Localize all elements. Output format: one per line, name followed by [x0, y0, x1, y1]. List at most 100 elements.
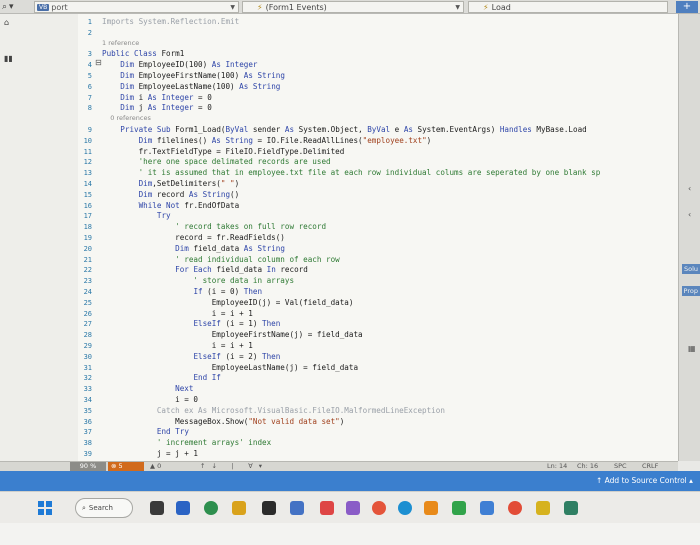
line-number: 23: [83, 277, 92, 286]
line-number: 14: [83, 180, 92, 188]
windows-start-icon[interactable]: [38, 501, 52, 515]
whitespace-mode[interactable]: SPC: [614, 462, 627, 471]
app-icon[interactable]: [452, 501, 466, 515]
app-icon[interactable]: [480, 501, 494, 515]
line-number: 33: [83, 385, 92, 394]
line-number: 8: [87, 104, 92, 113]
app-icon[interactable]: [536, 501, 550, 515]
file-explorer-icon[interactable]: [232, 501, 246, 515]
chevron-up-icon: ▴: [686, 476, 693, 485]
code-line: EmployeeLastName(j) = field_data: [102, 362, 359, 372]
project-dropdown[interactable]: VB port ▼: [34, 1, 239, 13]
properties-tab[interactable]: Prop: [681, 286, 700, 296]
app-icon[interactable]: [320, 501, 334, 515]
app-icon[interactable]: [372, 501, 386, 515]
class-dropdown[interactable]: ⚡ (Form1 Events) ▼: [242, 1, 464, 13]
line-number: 34: [83, 396, 92, 404]
error-count-badge[interactable]: ⊗ 5: [108, 462, 144, 471]
app-icon[interactable]: [508, 501, 522, 515]
line-number: 10: [83, 136, 92, 145]
collapse-icon[interactable]: ⊟: [95, 58, 102, 67]
code-line: j = j + 1: [102, 449, 199, 458]
app-icon[interactable]: [290, 501, 304, 515]
class-dropdown-value: (Form1 Events): [265, 2, 327, 12]
line-number: 36: [83, 417, 92, 426]
visual-studio-icon[interactable]: [346, 501, 360, 515]
line-number: 20: [83, 244, 92, 253]
codelens-reference[interactable]: 0 references: [102, 114, 151, 122]
line-number: 11: [83, 147, 92, 156]
code-line: Dim filelines() As String = IO.File.Read…: [138, 135, 432, 145]
vs-status-bar: ↑ Add to Source Control ▴: [0, 471, 700, 491]
line-endings[interactable]: CRLF: [642, 462, 658, 471]
line-number: 19: [83, 234, 92, 242]
code-line: Dim EmployeeFirstName(100) As String: [120, 71, 285, 80]
edge-browser-icon[interactable]: [176, 501, 190, 515]
code-line: While Not fr.EndOfData: [138, 200, 240, 210]
code-line: Catch ex As Microsoft.VisualBasic.FileIO…: [102, 405, 445, 415]
app-icon[interactable]: [204, 501, 218, 515]
line-number: 3: [87, 50, 92, 59]
method-dropdown[interactable]: ⚡ Load: [468, 1, 668, 13]
code-editor[interactable]: ⌂ ▮▮ 1 2 3 4 5 6 7 8 9 10 11 12 13 14 15 16 17 18 19 20 21 22…: [0, 14, 678, 461]
app-icon[interactable]: [398, 501, 412, 515]
line-number: 35: [83, 406, 92, 415]
editor-navigation-bar: ⌕ ▾ VB port ▼ ⚡ (Form1 Events) ▼ ⚡ Load …: [0, 0, 700, 14]
method-dropdown-value: Load: [491, 2, 511, 12]
split-editor-button[interactable]: +: [676, 1, 698, 13]
source-control-label: Add to Source Control: [604, 476, 687, 485]
code-line: End Try: [156, 427, 189, 437]
code-line: For Each field_data In record: [175, 265, 308, 275]
code-line: record = fr.ReadFields(): [102, 233, 285, 242]
line-number: 32: [83, 374, 92, 383]
code-line: Dim i As Integer = 0: [120, 92, 212, 102]
code-line: ' read individual column of each row: [102, 254, 340, 264]
project-name: port: [51, 2, 68, 12]
warning-count-badge[interactable]: ▲ 0: [150, 462, 161, 471]
app-icon[interactable]: [564, 501, 578, 515]
right-tool-dock: ‹ ‹ Solu Prop ▦: [678, 14, 700, 461]
breakpoint-marker-icon: ▮▮: [4, 54, 13, 63]
line-number: 5: [87, 72, 92, 80]
code-line: End If: [193, 373, 221, 383]
zoom-level[interactable]: 90 %: [70, 462, 106, 471]
arrow-up-icon: ↑: [596, 476, 605, 485]
line-number: 18: [83, 223, 92, 232]
app-icon[interactable]: [262, 501, 276, 515]
issue-navigation[interactable]: ↑↓ ∣ ∀▾: [200, 462, 268, 471]
app-icon[interactable]: [424, 501, 438, 515]
line-number: 29: [83, 342, 92, 350]
grid-icon[interactable]: ▦: [688, 344, 696, 353]
line-number: 6: [87, 82, 92, 91]
code-area[interactable]: Imports System.Reflection.Emit 1 referenc…: [102, 14, 678, 461]
cursor-column: Ch: 16: [577, 462, 599, 470]
line-number: 31: [83, 363, 92, 372]
editor-status-strip: 90 % ⊗ 5 ▲ 0 ↑↓ ∣ ∀▾ Ln: 14 Ch: 16 SPC C…: [0, 461, 678, 471]
chevron-left-icon[interactable]: ‹: [688, 210, 691, 219]
taskbar-search[interactable]: ⌕ Search: [75, 498, 133, 518]
code-line: ' it is assumed that in employee.txt fil…: [102, 168, 601, 178]
windows-taskbar: ⌕ Search: [0, 491, 700, 523]
solution-explorer-tab[interactable]: Solu: [681, 264, 700, 274]
line-number: 39: [83, 450, 92, 458]
code-line: fr.TextFieldType = FileIO.FieldType.Deli…: [102, 146, 345, 156]
chevron-down-icon[interactable]: ▾: [9, 2, 14, 12]
code-line: Dim field_data As String: [175, 243, 285, 253]
code-line: EmployeeID(j) = Val(field_data): [102, 297, 354, 307]
code-line: ' record takes on full row record: [102, 222, 327, 232]
codelens-reference[interactable]: 1 reference: [102, 39, 139, 47]
code-line: MessageBox.Show("Not valid data set"): [102, 416, 345, 426]
event-icon: ⚡: [257, 2, 263, 12]
code-line: i = 0: [102, 395, 199, 404]
code-line: Next: [175, 384, 194, 394]
find-icon[interactable]: ⌕: [2, 2, 7, 12]
add-to-source-control-button[interactable]: ↑ Add to Source Control ▴: [596, 476, 693, 485]
line-number: 27: [83, 320, 92, 329]
search-icon: ⌕: [82, 503, 86, 512]
line-number: 30: [83, 352, 92, 361]
line-number: 17: [83, 212, 92, 221]
task-view-icon[interactable]: [150, 501, 164, 515]
code-line: i = i + 1: [102, 341, 253, 350]
chevron-left-icon[interactable]: ‹: [688, 184, 691, 193]
code-line: Dim j As Integer = 0: [120, 103, 212, 113]
